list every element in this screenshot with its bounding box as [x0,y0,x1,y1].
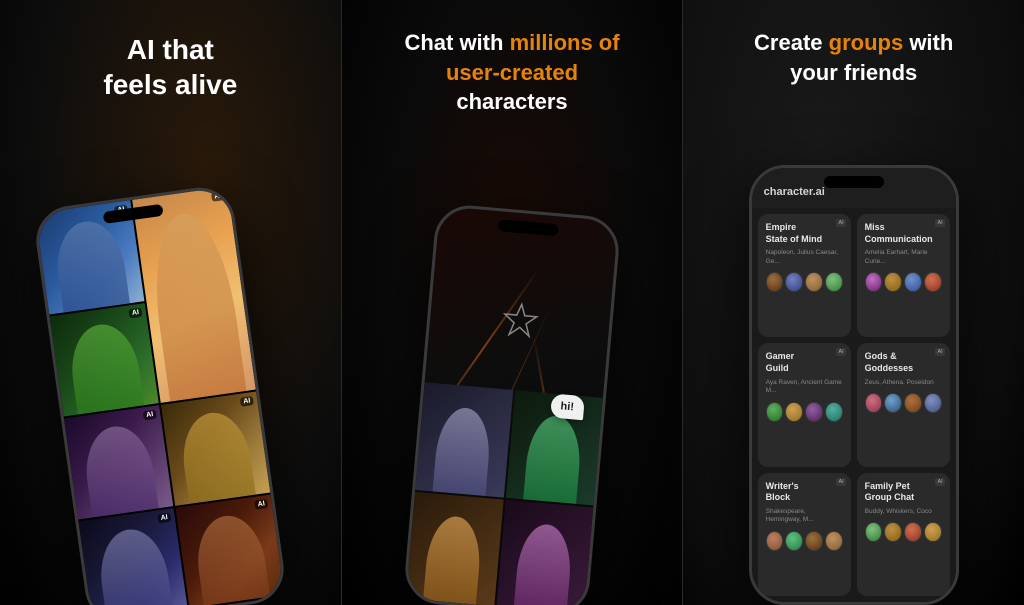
avatar [825,531,843,551]
ai-badge: AI [836,348,845,356]
avatar [865,393,883,413]
phone-2-screen: hi! [406,206,619,605]
group-title: GamerGuild [766,351,843,374]
group-empire: AI EmpireState of Mind Napoleon, Julius … [758,214,851,337]
avatar [884,272,902,292]
group-subtitle: Buddy, Whiskers, Coco [865,508,942,516]
avatar [805,531,823,551]
group-subtitle: Amelia Earhart, Marie Curie... [865,249,942,266]
group-avatars [766,402,843,422]
char-card-3: AI [50,303,159,417]
phone-1: AI AI AI AI AI [32,183,289,605]
phone-3: character.ai AI EmpireState of Mind Napo… [749,165,959,605]
panel-3-headline: Create groups with your friends [683,28,1024,87]
group-family-pet: AI Family PetGroup Chat Buddy, Whiskers,… [857,473,950,596]
ai-badge: AI [935,348,944,356]
groups-grid: AI EmpireState of Mind Napoleon, Julius … [752,208,956,602]
char-card-4: AI [64,405,173,519]
p2-card-3 [406,492,504,605]
phone-3-screen: character.ai AI EmpireState of Mind Napo… [752,168,956,602]
p2-card-4 [496,499,594,605]
ai-badge: AI [143,410,157,421]
group-title: Writer'sBlock [766,481,843,504]
p2-card-1 [415,383,513,498]
ai-badge: AI [240,396,254,407]
char-card-6: AI [79,508,188,605]
ai-badge: AI [836,478,845,486]
group-title: MissCommunication [865,222,942,245]
group-writers-block: AI Writer'sBlock Shakespeare, Hemingway,… [758,473,851,596]
avatar [805,272,823,292]
panel-2: Chat with millions of user-created chara… [341,0,684,605]
group-avatars [865,393,942,413]
ai-badge: AI [836,219,845,227]
phone-notch-3 [824,176,884,188]
avatar [825,402,843,422]
group-miss-communication: AI MissCommunication Amelia Earhart, Mar… [857,214,950,337]
ai-badge: AI [129,307,143,318]
avatar [924,522,942,542]
avatar [904,522,922,542]
ai-badge: AI [935,478,944,486]
group-subtitle: Napoleon, Julius Caesar, Ge... [766,249,843,266]
phone-1-screen: AI AI AI AI AI [35,187,285,605]
group-subtitle: Shakespeare, Hemingway, M... [766,508,843,525]
avatar [785,531,803,551]
group-title: Family PetGroup Chat [865,481,942,504]
ai-badge: AI [211,191,225,202]
group-title: Gods &Goddesses [865,351,942,374]
group-subtitle: Zeus, Athena, Poseidon [865,379,942,387]
group-gamer-guild: AI GamerGuild Aya Raven, Ancient Game M.… [758,343,851,466]
avatar [865,522,883,542]
ai-badge: AI [255,499,269,510]
avatar [884,393,902,413]
phone-2: hi! [402,203,621,605]
panel-3: Create groups with your friends characte… [683,0,1024,605]
ai-badge: AI [269,601,283,605]
panel-1-headline: AI that feels alive [0,32,341,102]
avatar [766,272,784,292]
p3-header: character.ai [752,168,956,208]
char-card-5: AI [161,392,270,506]
avatar [904,393,922,413]
avatar [766,402,784,422]
group-gods-goddesses: AI Gods &Goddesses Zeus, Athena, Poseido… [857,343,950,466]
avatar [766,531,784,551]
star-icon [498,298,542,346]
group-title: EmpireState of Mind [766,222,843,245]
group-subtitle: Aya Raven, Ancient Game M... [766,379,843,396]
avatar [884,522,902,542]
avatar [924,272,942,292]
avatar [865,272,883,292]
group-avatars [865,272,942,292]
avatar [785,402,803,422]
avatar [785,272,803,292]
group-avatars [766,531,843,551]
panel-1: AI that feels alive AI AI AI [0,0,341,605]
avatar [904,272,922,292]
ai-badge: AI [157,512,171,523]
panel-2-headline: Chat with millions of user-created chara… [342,28,683,117]
char-card-7: AI [176,494,285,605]
group-avatars [865,522,942,542]
group-avatars [766,272,843,292]
avatar [825,272,843,292]
avatar [924,393,942,413]
avatar [805,402,823,422]
ai-badge: AI [935,219,944,227]
